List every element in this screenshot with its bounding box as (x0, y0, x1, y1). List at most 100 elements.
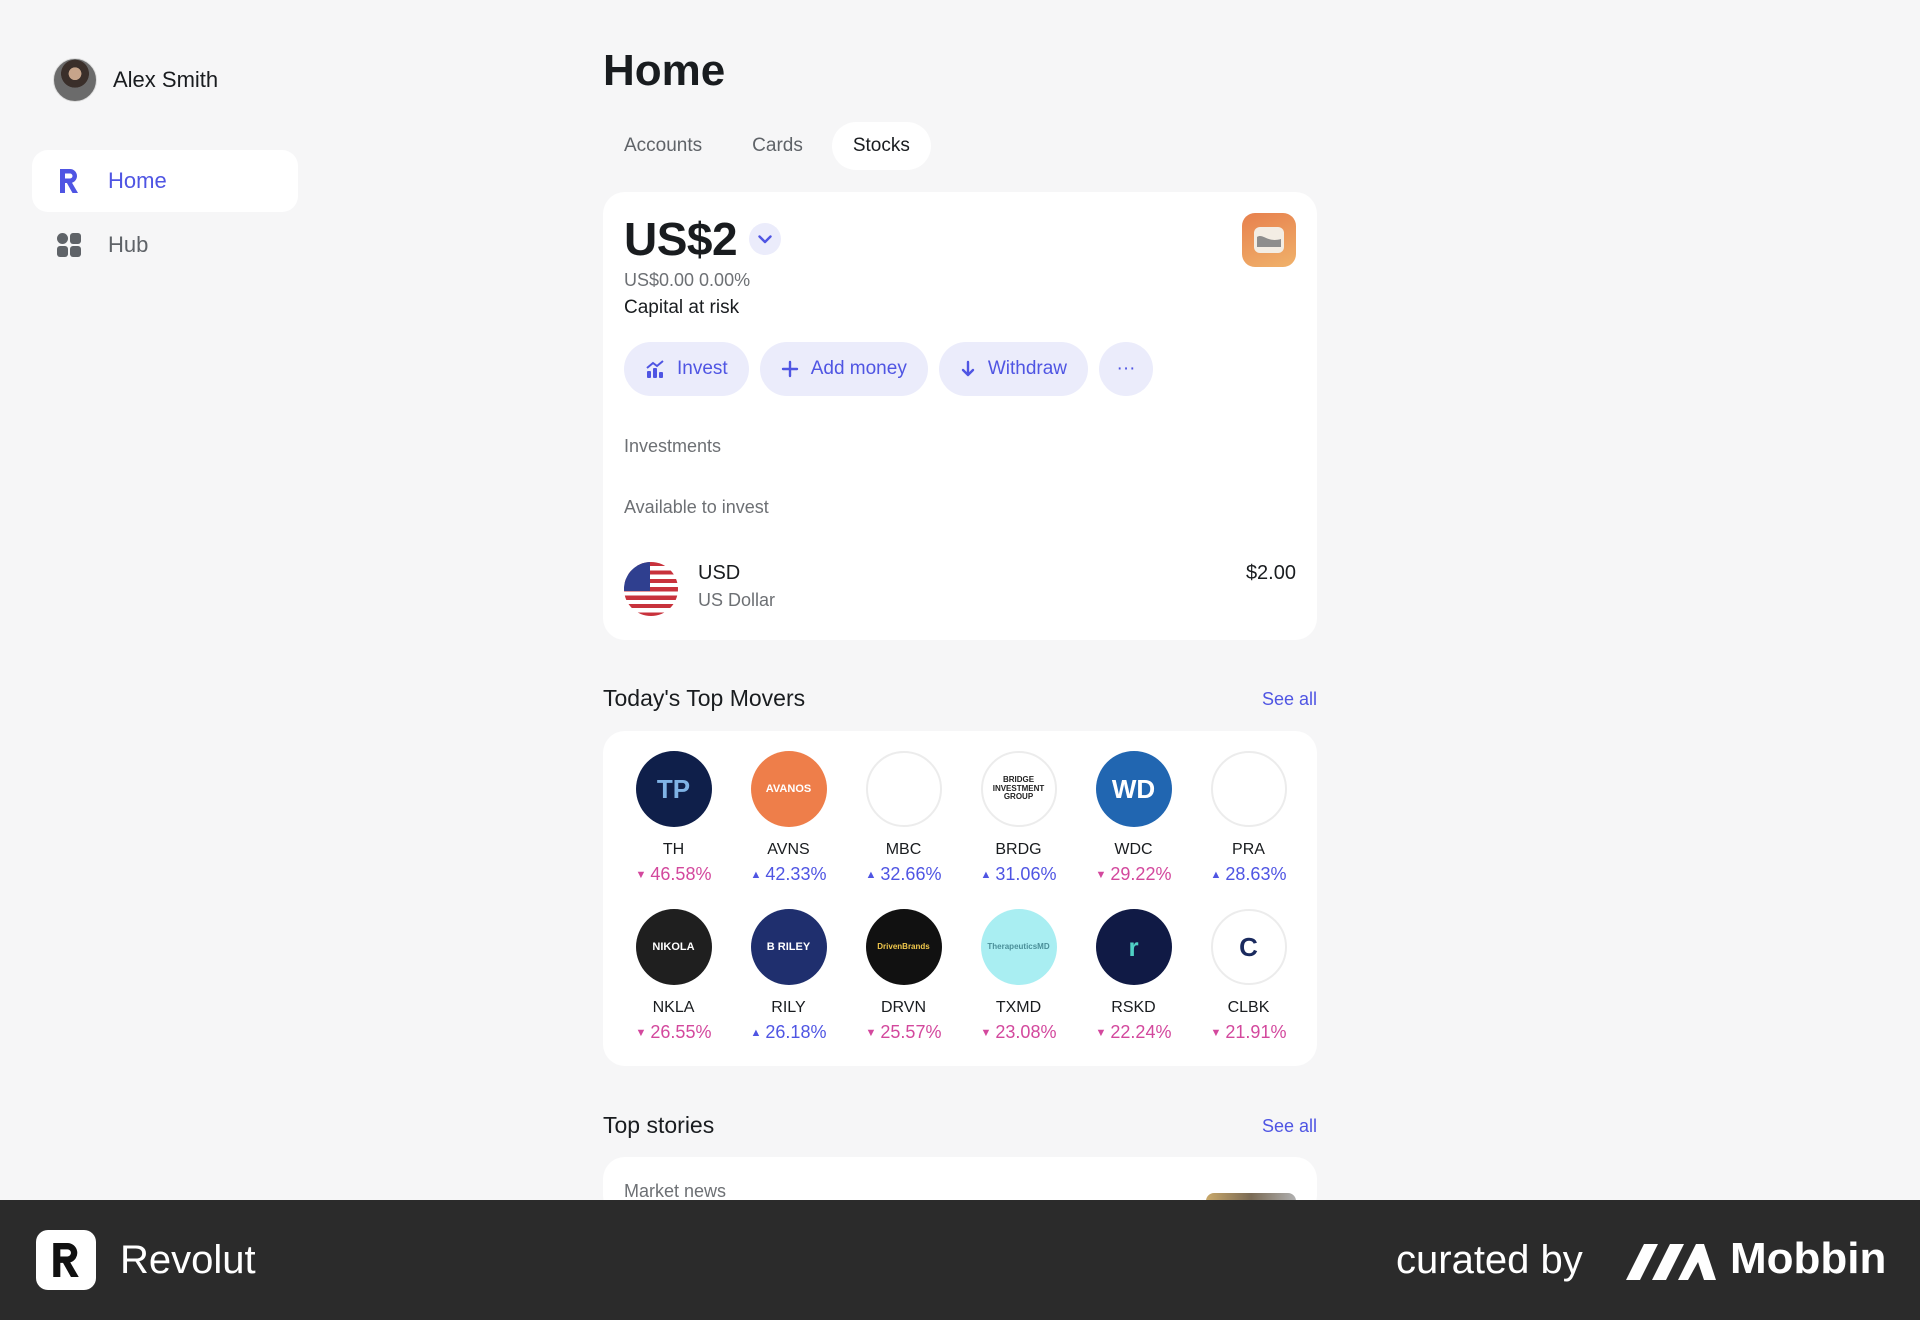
mover-change: ▼ 46.58% (616, 864, 731, 885)
mover-change: ▼ 23.08% (961, 1022, 1076, 1043)
triangle-up-icon: ▲ (865, 868, 877, 881)
mover-change-value: 31.06% (995, 864, 1057, 884)
mover-ticker: NKLA (652, 999, 695, 1016)
stock-logo-icon: C (1210, 909, 1287, 985)
mover-ticker: BRDG (995, 841, 1042, 858)
mover-ticker: TXMD (995, 999, 1042, 1016)
mover-change: ▼ 29.22% (1076, 864, 1191, 885)
mover-ticker: TH (662, 841, 685, 858)
avatar[interactable] (53, 58, 97, 102)
triangle-down-icon: ▼ (635, 1026, 647, 1039)
plus-icon (781, 360, 798, 378)
withdraw-button[interactable]: Withdraw (938, 342, 1089, 396)
stocks-app-icon[interactable] (1242, 213, 1296, 267)
add-money-label: Add money (810, 358, 907, 379)
add-money-button[interactable]: Add money (759, 342, 928, 396)
mover-change-value: 21.91% (1225, 1022, 1287, 1042)
sidebar-item-home[interactable]: Home (32, 150, 298, 212)
triangle-down-icon: ▼ (1210, 1026, 1222, 1039)
top-movers-see-all-link[interactable]: See all (1262, 689, 1317, 710)
mover-item[interactable]: MBC ▲ 32.66% (846, 751, 961, 885)
triangle-down-icon: ▼ (980, 1026, 992, 1039)
mover-item[interactable]: TP TH ▼ 46.58% (616, 751, 731, 885)
stock-logo-icon: TP (635, 751, 712, 827)
mover-item[interactable]: AVANOS AVNS ▲ 42.33% (731, 751, 846, 885)
mover-change-value: 28.63% (1225, 864, 1287, 884)
stock-logo-icon: DrivenBrands (865, 909, 942, 985)
triangle-down-icon: ▼ (635, 868, 647, 881)
mover-ticker: PRA (1232, 841, 1265, 858)
mover-item[interactable]: NIKOLA NKLA ▼ 26.55% (616, 909, 731, 1043)
user-name: Alex Smith (113, 67, 219, 92)
mover-change-value: 25.57% (880, 1022, 942, 1042)
currency-amount: $2.00 (1245, 562, 1296, 584)
mover-item[interactable]: C CLBK ▼ 21.91% (1191, 909, 1306, 1043)
more-actions-button[interactable]: ··· (1099, 342, 1154, 396)
user-profile[interactable]: Alex Smith (53, 58, 218, 102)
withdraw-label: Withdraw (987, 358, 1068, 379)
curator-name: Mobbin (1730, 1234, 1887, 1283)
mover-change: ▼ 21.91% (1191, 1022, 1306, 1043)
mover-item[interactable]: r RSKD ▼ 22.24% (1076, 909, 1191, 1043)
available-to-invest-label: Available to invest (624, 497, 769, 517)
chevron-down-icon (758, 234, 772, 243)
triangle-up-icon: ▲ (1210, 868, 1222, 881)
more-dots-icon: ··· (1116, 358, 1136, 379)
mover-change: ▼ 25.57% (846, 1022, 961, 1043)
mover-change-value: 46.58% (650, 864, 712, 884)
balance-amount: US$2 (624, 213, 738, 265)
mover-change: ▼ 22.24% (1076, 1022, 1191, 1043)
revolut-r-icon (56, 166, 82, 196)
stock-logo-icon: r (1095, 909, 1172, 985)
mover-item[interactable]: TherapeuticsMD TXMD ▼ 23.08% (961, 909, 1076, 1043)
footer-bar: Revolut curated by Mobbin (0, 1200, 1920, 1320)
mover-ticker: WDC (1114, 841, 1153, 858)
mover-item[interactable]: B RILEY RILY ▲ 26.18% (731, 909, 846, 1043)
mover-change: ▲ 32.66% (846, 864, 961, 885)
stock-logo-icon (1210, 751, 1287, 827)
triangle-up-icon: ▲ (750, 1026, 762, 1039)
sidebar-item-hub[interactable]: Hub (32, 214, 298, 276)
mover-item[interactable]: PRA ▲ 28.63% (1191, 751, 1306, 885)
mover-ticker: CLBK (1227, 999, 1270, 1016)
page-title: Home (603, 46, 726, 95)
sidebar-item-label: Home (108, 168, 167, 193)
currency-row-usd[interactable]: USD US Dollar $2.00 (624, 562, 1296, 618)
triangle-down-icon: ▼ (1095, 868, 1107, 881)
mover-change: ▲ 26.18% (731, 1022, 846, 1043)
stock-logo-icon: TherapeuticsMD (980, 909, 1057, 985)
triangle-up-icon: ▲ (750, 868, 762, 881)
mover-ticker: RSKD (1111, 999, 1156, 1016)
mover-change-value: 23.08% (995, 1022, 1057, 1042)
us-flag-icon (624, 562, 678, 616)
top-movers-card: TP TH ▼ 46.58% AVANOS AVNS ▲ 42.33% MBC ▲ 32.66% BR… (603, 731, 1317, 1066)
mover-item[interactable]: WD WDC ▼ 29.22% (1076, 751, 1191, 885)
sidebar-item-label: Hub (108, 232, 149, 257)
top-stories-see-all-link[interactable]: See all (1262, 1116, 1317, 1137)
balance-dropdown-button[interactable] (749, 223, 782, 255)
tab-accounts[interactable]: Accounts (603, 122, 723, 170)
stock-logo-icon (865, 751, 942, 827)
triangle-down-icon: ▼ (1095, 1026, 1107, 1039)
invest-chart-icon (646, 360, 664, 378)
tab-cards[interactable]: Cards (731, 122, 824, 170)
tab-stocks[interactable]: Stocks (831, 122, 931, 170)
mover-item[interactable]: DrivenBrands DRVN ▼ 25.57% (846, 909, 961, 1043)
mover-change-value: 32.66% (880, 864, 942, 884)
capital-risk-note: Capital at risk (624, 297, 740, 318)
stock-logo-icon: WD (1095, 751, 1172, 827)
market-news-label: Market news (624, 1181, 727, 1201)
mover-ticker: RILY (771, 999, 806, 1016)
stock-logo-icon: B RILEY (750, 909, 827, 985)
balance-row: US$2 (624, 212, 782, 266)
brand-name: Revolut (120, 1238, 256, 1282)
mover-item[interactable]: BRIDGE INVESTMENT GROUP BRDG ▲ 31.06% (961, 751, 1076, 885)
mover-change-value: 42.33% (765, 864, 827, 884)
mover-change: ▼ 26.55% (616, 1022, 731, 1043)
invest-label: Invest (677, 358, 728, 379)
invest-button[interactable]: Invest (624, 342, 749, 396)
mover-ticker: MBC (885, 841, 922, 858)
stocks-balance-card: US$2 US$0.00 0.00% Capital at risk Inves… (603, 192, 1317, 640)
triangle-up-icon: ▲ (980, 868, 992, 881)
mover-change-value: 26.55% (650, 1022, 712, 1042)
